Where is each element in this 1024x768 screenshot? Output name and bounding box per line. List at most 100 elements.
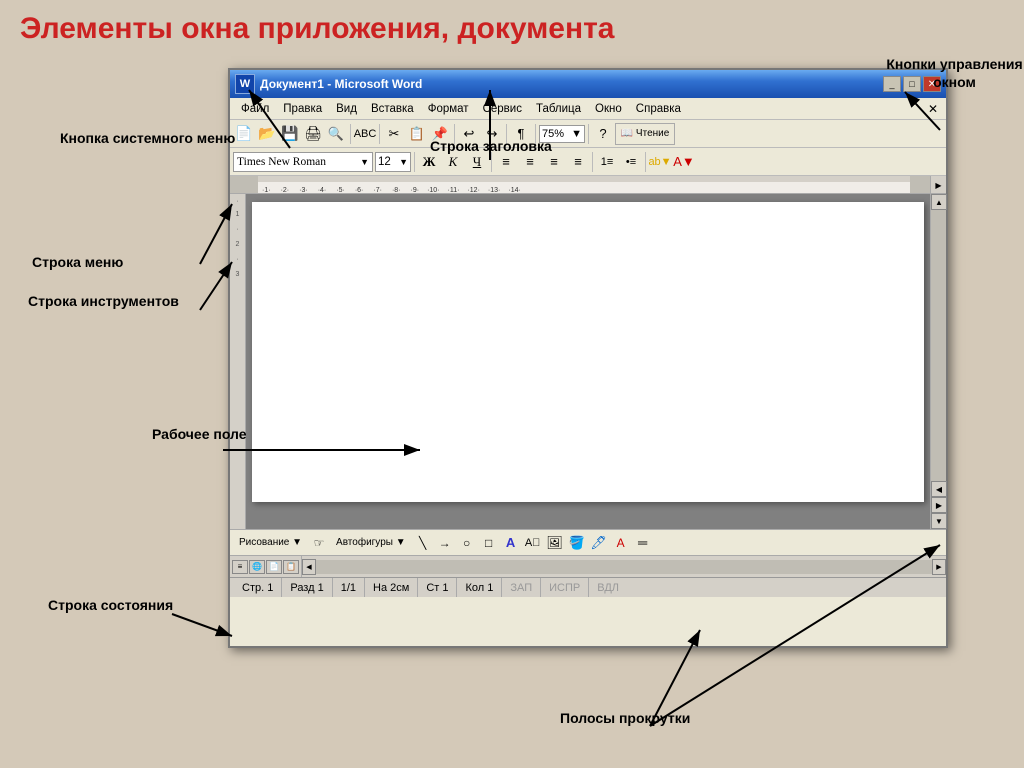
status-position: На 2см <box>365 578 418 597</box>
ruler-scale: ·1· ·2· ·3· ·4· ·5· ·6· ·7· ·8· ·9· ·10·… <box>258 182 910 194</box>
copy-button[interactable]: 📋 <box>406 123 428 145</box>
toolbar-sep2 <box>379 124 380 144</box>
draw-line-style-button[interactable]: ═ <box>633 533 653 553</box>
hscroll-track[interactable] <box>316 560 932 574</box>
left-ruler: · 1 · 2 · 3 <box>230 194 246 529</box>
draw-clipart-button[interactable]: 🖼 <box>545 533 565 553</box>
menu-item-table[interactable]: Таблица <box>529 101 588 117</box>
scroll-page-up[interactable]: ◀ <box>931 481 947 497</box>
cut-button[interactable]: ✂ <box>383 123 405 145</box>
draw-arrow-button[interactable]: → <box>435 533 455 553</box>
standard-toolbar: 📄 📂 💾 🖨 🔍 ABC ✂ 📋 📌 ↩ ↪ ¶ 75% ▼ ? 📖 <box>230 120 946 148</box>
fmt-sep2 <box>491 152 492 172</box>
word-window: W Документ1 - Microsoft Word _ □ ✕ Файл … <box>228 68 948 648</box>
draw-wordart-button[interactable]: A⃝ <box>523 533 543 553</box>
draw-cursor-button[interactable]: ☞ <box>309 533 329 553</box>
help-button[interactable]: ? <box>592 123 614 145</box>
zoom-dropdown-icon: ▼ <box>571 128 582 140</box>
bullets-button[interactable]: •≡ <box>620 151 642 173</box>
web-view-button[interactable]: 🌐 <box>249 560 265 574</box>
status-rec: ЗАП <box>502 578 541 597</box>
print-button[interactable]: 🖨 <box>302 123 324 145</box>
draw-oval-button[interactable]: ○ <box>457 533 477 553</box>
menu-item-insert[interactable]: Вставка <box>364 101 421 117</box>
label-status-bar: Строка состояния <box>48 596 173 614</box>
word-icon: W <box>235 74 255 94</box>
menu-item-view[interactable]: Вид <box>329 101 364 117</box>
label-control-buttons: Кнопки управления окном <box>885 55 1024 91</box>
new-button[interactable]: 📄 <box>233 123 255 145</box>
page-background: Элементы окна приложения, документа W До… <box>0 0 1024 768</box>
hscroll-right-button[interactable]: ▶ <box>932 559 946 575</box>
scroll-page-down[interactable]: ▶ <box>931 497 947 513</box>
font-color-button[interactable]: A▼ <box>673 151 695 173</box>
label-title-bar: Строка заголовка <box>430 138 552 154</box>
status-col: Кол 1 <box>457 578 502 597</box>
draw-text-button[interactable]: A <box>501 533 521 553</box>
title-bar-text: Документ1 - Microsoft Word <box>260 77 883 91</box>
draw-line-color-button[interactable]: 🖊 <box>589 533 609 553</box>
justify-button[interactable]: ≡ <box>567 151 589 173</box>
fmt-sep4 <box>645 152 646 172</box>
ruler: ·1· ·2· ·3· ·4· ·5· ·6· ·7· ·8· ·9· ·10·… <box>230 176 946 194</box>
draw-rect-button[interactable]: □ <box>479 533 499 553</box>
spell-button[interactable]: ABC <box>354 123 376 145</box>
ruler-scroll-btn[interactable]: ▶ <box>930 176 946 194</box>
draw-autoshapes-button[interactable]: Автофигуры ▼ <box>331 534 411 551</box>
status-extend: ВДЛ <box>589 578 627 597</box>
font-size-dropdown[interactable]: 12 ▼ <box>375 152 411 172</box>
label-toolbar: Строка инструментов <box>28 292 179 310</box>
scroll-down-button[interactable]: ▼ <box>931 513 947 529</box>
label-system-menu: Кнопка системного меню <box>60 130 235 146</box>
formatting-toolbar: Times New Roman ▼ 12 ▼ Ж К Ч ≡ ≡ ≡ ≡ 1≡ … <box>230 148 946 176</box>
status-line: Ст 1 <box>418 578 457 597</box>
label-menu-bar: Строка меню <box>32 254 123 270</box>
menu-close-icon[interactable]: ✕ <box>924 102 942 116</box>
draw-line-button[interactable]: ╲ <box>413 533 433 553</box>
page-title: Элементы окна приложения, документа <box>20 12 615 46</box>
menu-item-edit[interactable]: Правка <box>276 101 329 117</box>
font-name-value: Times New Roman <box>237 156 360 168</box>
draw-fill-color-button[interactable]: 🪣 <box>567 533 587 553</box>
outline-view-button[interactable]: 📋 <box>283 560 299 574</box>
menu-item-file[interactable]: Файл <box>234 101 276 117</box>
status-bar: Стр. 1 Разд 1 1/1 На 2см Ст 1 Кол 1 ЗАП … <box>230 577 946 597</box>
status-page: Стр. 1 <box>234 578 282 597</box>
menu-item-help[interactable]: Справка <box>629 101 688 117</box>
status-section: Разд 1 <box>282 578 332 597</box>
toolbar-sep6 <box>588 124 589 144</box>
font-name-dropdown[interactable]: Times New Roman ▼ <box>233 152 373 172</box>
scroll-thumb[interactable] <box>931 210 946 481</box>
menu-item-window[interactable]: Окно <box>588 101 629 117</box>
document-area: · 1 · 2 · 3 ▲ ◀ ▶ ▼ <box>230 194 946 529</box>
menu-item-format[interactable]: Формат <box>421 101 476 117</box>
ruler-right-margin <box>910 176 930 193</box>
print-view-button[interactable]: 📄 <box>266 560 282 574</box>
ruler-left-margin <box>230 176 258 193</box>
hscroll-left-button[interactable]: ◀ <box>302 559 316 575</box>
save-button[interactable]: 💾 <box>279 123 301 145</box>
view-mode-buttons: ≡ 🌐 📄 📋 <box>230 556 302 577</box>
drawing-toolbar: Рисование ▼ ☞ Автофигуры ▼ ╲ → ○ □ A A⃝ … <box>230 529 946 555</box>
draw-font-color-button2[interactable]: A <box>611 533 631 553</box>
status-track: ИСПР <box>541 578 589 597</box>
font-size-value: 12 <box>378 156 399 168</box>
open-button[interactable]: 📂 <box>256 123 278 145</box>
page-area <box>246 194 930 529</box>
title-bar: W Документ1 - Microsoft Word _ □ ✕ <box>230 70 946 98</box>
preview-button[interactable]: 🔍 <box>325 123 347 145</box>
menu-item-service[interactable]: Сервис <box>476 101 529 117</box>
reading-button[interactable]: 📖 Чтение <box>615 123 675 145</box>
font-dropdown-icon: ▼ <box>360 157 369 167</box>
numbering-button[interactable]: 1≡ <box>596 151 618 173</box>
size-dropdown-icon: ▼ <box>399 157 408 167</box>
menu-bar: Файл Правка Вид Вставка Формат Сервис Та… <box>230 98 946 120</box>
draw-drawing-button[interactable]: Рисование ▼ <box>234 534 307 551</box>
scroll-up-button[interactable]: ▲ <box>931 194 947 210</box>
status-pages: 1/1 <box>333 578 365 597</box>
highlight-button[interactable]: ab▼ <box>649 151 671 173</box>
normal-view-button[interactable]: ≡ <box>232 560 248 574</box>
toolbar-sep1 <box>350 124 351 144</box>
label-work-area: Рабочее поле <box>152 425 247 443</box>
document-page[interactable] <box>252 202 924 502</box>
